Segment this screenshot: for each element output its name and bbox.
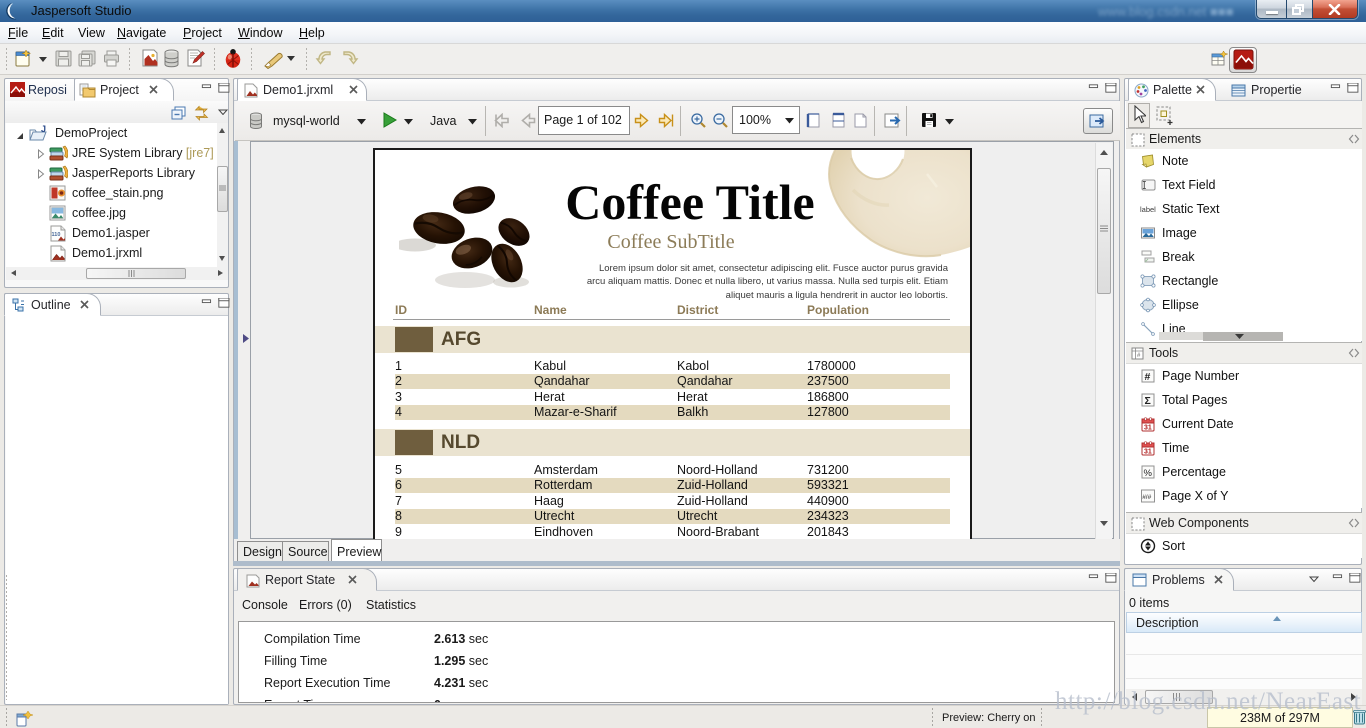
svg-text:31: 31 xyxy=(1144,425,1152,432)
svg-text:#: # xyxy=(1145,371,1151,383)
svg-text:J: J xyxy=(41,125,46,134)
svg-text:%: % xyxy=(1144,468,1153,479)
svg-text:110: 110 xyxy=(52,232,61,238)
svg-text:#/#: #/# xyxy=(1142,494,1151,501)
svg-text:label: label xyxy=(1140,205,1156,214)
svg-text:31: 31 xyxy=(1144,449,1152,456)
svg-text:Σ: Σ xyxy=(1145,395,1151,407)
